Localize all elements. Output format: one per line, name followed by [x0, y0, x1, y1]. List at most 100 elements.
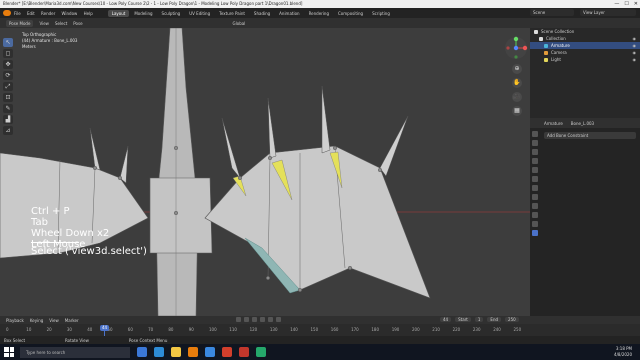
play-reverse-icon[interactable]: [252, 317, 257, 322]
tab-compositing[interactable]: Compositing: [334, 10, 367, 17]
move-tool-icon[interactable]: ✥: [3, 60, 13, 69]
eye-icon[interactable]: ◉: [633, 35, 637, 42]
taskbar-app-icon[interactable]: [171, 347, 181, 357]
menu-marker[interactable]: Marker: [65, 318, 79, 323]
start-frame-field[interactable]: 1: [474, 317, 484, 322]
taskbar-app-icon[interactable]: [222, 347, 232, 357]
add-bone-constraint-button[interactable]: Add Bone Constraint: [544, 132, 636, 139]
timeline-tick: 230: [472, 327, 481, 332]
minimize-button[interactable]: —: [614, 0, 619, 8]
object-tab-icon[interactable]: [532, 185, 538, 191]
mode-selector[interactable]: Pose Mode: [6, 19, 34, 27]
tab-rendering[interactable]: Rendering: [305, 10, 333, 17]
taskbar-app-icon[interactable]: [205, 347, 215, 357]
breadcrumb-object: Armature: [544, 120, 563, 126]
close-button[interactable]: ✕: [634, 0, 638, 8]
next-key-icon[interactable]: [268, 317, 273, 322]
pan-icon[interactable]: ✋: [512, 78, 522, 88]
ortho-toggle-icon[interactable]: ▦: [512, 106, 522, 116]
zoom-icon[interactable]: ⊕: [512, 64, 522, 74]
menu-file[interactable]: File: [14, 11, 21, 16]
transform-tool-icon[interactable]: ⊡: [3, 93, 13, 102]
scene-selector[interactable]: Scene: [530, 9, 574, 16]
taskbar-app-icon[interactable]: [188, 347, 198, 357]
annotate-tool-icon[interactable]: ✎: [3, 104, 13, 113]
eye-icon[interactable]: ◉: [633, 56, 637, 63]
tab-texture-paint[interactable]: Texture Paint: [215, 10, 249, 17]
menu-edit[interactable]: Edit: [27, 11, 35, 16]
tab-sculpting[interactable]: Sculpting: [158, 10, 185, 17]
status-bar: Box Select Rotate View Pose Context Menu: [0, 336, 640, 344]
windows-start-icon[interactable]: [4, 347, 14, 357]
properties-breadcrumb: Armature Bone_L.003: [530, 118, 640, 128]
bone-roll-tool-icon[interactable]: ⊿: [3, 126, 13, 135]
taskbar-app-icon[interactable]: [256, 347, 266, 357]
taskbar-search[interactable]: Type here to search: [20, 346, 130, 358]
camera-view-icon[interactable]: 🎥: [512, 92, 522, 102]
transform-orientation[interactable]: Global: [233, 21, 246, 26]
render-tab-icon[interactable]: [532, 140, 538, 146]
blender-logo-icon[interactable]: [3, 10, 11, 16]
end-frame-field[interactable]: 250: [505, 317, 519, 322]
menu-view[interactable]: View: [39, 21, 49, 26]
playhead[interactable]: 44: [100, 325, 109, 331]
blender-screen: Blender* [E:\Blender\Maria3d.com\New Cou…: [0, 0, 640, 360]
taskbar-app-icon[interactable]: [239, 347, 249, 357]
window-titlebar: Blender* [E:\Blender\Maria3d.com\New Cou…: [0, 0, 640, 8]
tab-scripting[interactable]: Scripting: [368, 10, 394, 17]
prev-key-icon[interactable]: [244, 317, 249, 322]
eye-icon[interactable]: ◉: [633, 42, 637, 49]
world-tab-icon[interactable]: [532, 176, 538, 182]
select-tool-icon[interactable]: ↖: [3, 38, 13, 47]
cursor-tool-icon[interactable]: ◻: [3, 49, 13, 58]
view-layer-selector[interactable]: View Layer: [580, 9, 636, 16]
3d-viewport[interactable]: Top Orthographic (44) Armature : Bone_L.…: [0, 28, 530, 316]
menu-keying[interactable]: Keying: [30, 318, 43, 323]
scale-tool-icon[interactable]: ⤢: [3, 82, 13, 91]
bone-tab-icon[interactable]: [532, 221, 538, 227]
scene-tab-icon[interactable]: [532, 167, 538, 173]
current-frame-field[interactable]: 44: [440, 317, 452, 322]
navigation-gizmo-icon[interactable]: [504, 36, 528, 60]
menu-help[interactable]: Help: [84, 11, 93, 16]
tab-uv-editing[interactable]: UV Editing: [185, 10, 214, 17]
outliner-row-light[interactable]: Light ◉: [530, 56, 640, 63]
eye-icon[interactable]: ◉: [633, 49, 637, 56]
menu-pose[interactable]: Pose: [73, 21, 82, 26]
jump-start-icon[interactable]: [236, 317, 241, 322]
timeline-tick: 40: [87, 327, 93, 332]
dragon-model[interactable]: [0, 28, 530, 316]
tool-tab-icon[interactable]: [532, 131, 538, 137]
menu-select[interactable]: Select: [55, 21, 67, 26]
view-layer-tab-icon[interactable]: [532, 158, 538, 164]
tab-animation[interactable]: Animation: [275, 10, 303, 17]
measure-tool-icon[interactable]: ▟: [3, 115, 13, 124]
taskbar-app-icon[interactable]: [137, 347, 147, 357]
outliner-row-collection[interactable]: Collection ◉: [530, 35, 640, 42]
menu-render[interactable]: Render: [41, 11, 55, 16]
jump-end-icon[interactable]: [276, 317, 281, 322]
output-tab-icon[interactable]: [532, 149, 538, 155]
outliner-row-camera[interactable]: Camera ◉: [530, 49, 640, 56]
tab-modeling[interactable]: Modeling: [130, 10, 156, 17]
maximize-button[interactable]: ☐: [624, 0, 628, 8]
data-tab-icon[interactable]: [532, 212, 538, 218]
system-tray-clock[interactable]: 3:18 PM 4/8/2020: [614, 346, 632, 358]
menu-window[interactable]: Window: [62, 11, 78, 16]
keystroke: Tab: [31, 217, 48, 228]
taskbar-app-icon[interactable]: [154, 347, 164, 357]
outliner-row-scene-collection[interactable]: Scene Collection: [530, 28, 640, 35]
bone-constraint-tab-icon[interactable]: [532, 230, 538, 236]
status-hint: Rotate View: [65, 337, 89, 343]
outliner-row-armature[interactable]: Armature ◉: [530, 42, 640, 49]
tab-layout[interactable]: Layout: [107, 9, 130, 17]
play-icon[interactable]: [260, 317, 265, 322]
menu-view[interactable]: View: [49, 318, 59, 323]
physics-tab-icon[interactable]: [532, 194, 538, 200]
object-constraint-tab-icon[interactable]: [532, 203, 538, 209]
menu-playback[interactable]: Playback: [6, 318, 24, 323]
rotate-tool-icon[interactable]: ⟳: [3, 71, 13, 80]
status-hint: Box Select: [4, 337, 26, 343]
timeline-ruler[interactable]: 0 10 20 30 40 50 60 70 80 90 100 110 120 130 140 150 160…: [0, 325, 640, 336]
tab-shading[interactable]: Shading: [250, 10, 274, 17]
